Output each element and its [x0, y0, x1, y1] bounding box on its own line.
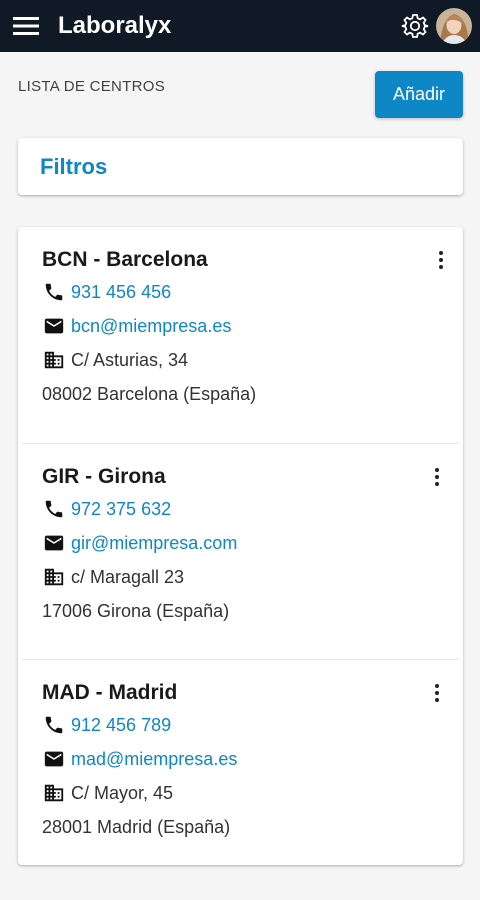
more-vert-icon[interactable]: [429, 464, 445, 490]
email-icon: [42, 747, 66, 771]
center-phone-link[interactable]: 931 456 456: [71, 282, 171, 303]
center-email-link[interactable]: mad@miempresa.es: [71, 749, 237, 770]
center-address: c/ Maragall 23: [71, 566, 185, 587]
building-icon: [42, 565, 66, 589]
email-icon: [42, 531, 66, 555]
center-phone-link[interactable]: 972 375 632: [71, 499, 171, 520]
center-item: BCN - Barcelona 931 456 456 bcn@miempres…: [18, 227, 463, 443]
user-avatar[interactable]: [436, 8, 472, 44]
filters-panel[interactable]: Filtros: [18, 138, 463, 195]
center-item: GIR - Girona 972 375 632 gir@miempresa.c…: [22, 443, 459, 659]
center-name: BCN - Barcelona: [42, 248, 208, 271]
building-icon: [42, 348, 66, 372]
more-vert-icon[interactable]: [429, 680, 445, 706]
app-title: Laboralyx: [58, 12, 172, 39]
hamburger-icon: [13, 17, 39, 35]
add-button[interactable]: Añadir: [375, 71, 463, 118]
center-address: C/ Asturias, 34: [71, 349, 189, 370]
email-icon: [42, 314, 66, 338]
settings-button[interactable]: [398, 9, 432, 43]
center-city: 08002 Barcelona (España): [42, 383, 257, 404]
phone-icon: [42, 713, 66, 737]
center-email-link[interactable]: gir@miempresa.com: [71, 533, 237, 554]
center-name: GIR - Girona: [42, 465, 166, 488]
center-name: MAD - Madrid: [42, 681, 178, 704]
phone-icon: [42, 497, 66, 521]
page-header: LISTA DE CENTROS: [18, 78, 166, 95]
filters-label: Filtros: [40, 153, 108, 179]
menu-button[interactable]: [0, 0, 52, 52]
building-icon: [42, 781, 66, 805]
phone-icon: [42, 280, 66, 304]
center-phone-link[interactable]: 912 456 789: [71, 715, 171, 736]
center-city: 17006 Girona (España): [42, 600, 230, 621]
gear-icon: [401, 14, 429, 38]
centers-list: BCN - Barcelona 931 456 456 bcn@miempres…: [18, 227, 463, 865]
center-item: MAD - Madrid 912 456 789 mad@miempresa.e…: [22, 659, 459, 875]
top-app-bar: Laboralyx: [0, 0, 480, 52]
center-address: C/ Mayor, 45: [71, 782, 174, 803]
center-email-link[interactable]: bcn@miempresa.es: [71, 316, 231, 337]
more-vert-icon[interactable]: [433, 247, 449, 273]
avatar-photo: [436, 8, 472, 44]
center-city: 28001 Madrid (España): [42, 816, 231, 837]
